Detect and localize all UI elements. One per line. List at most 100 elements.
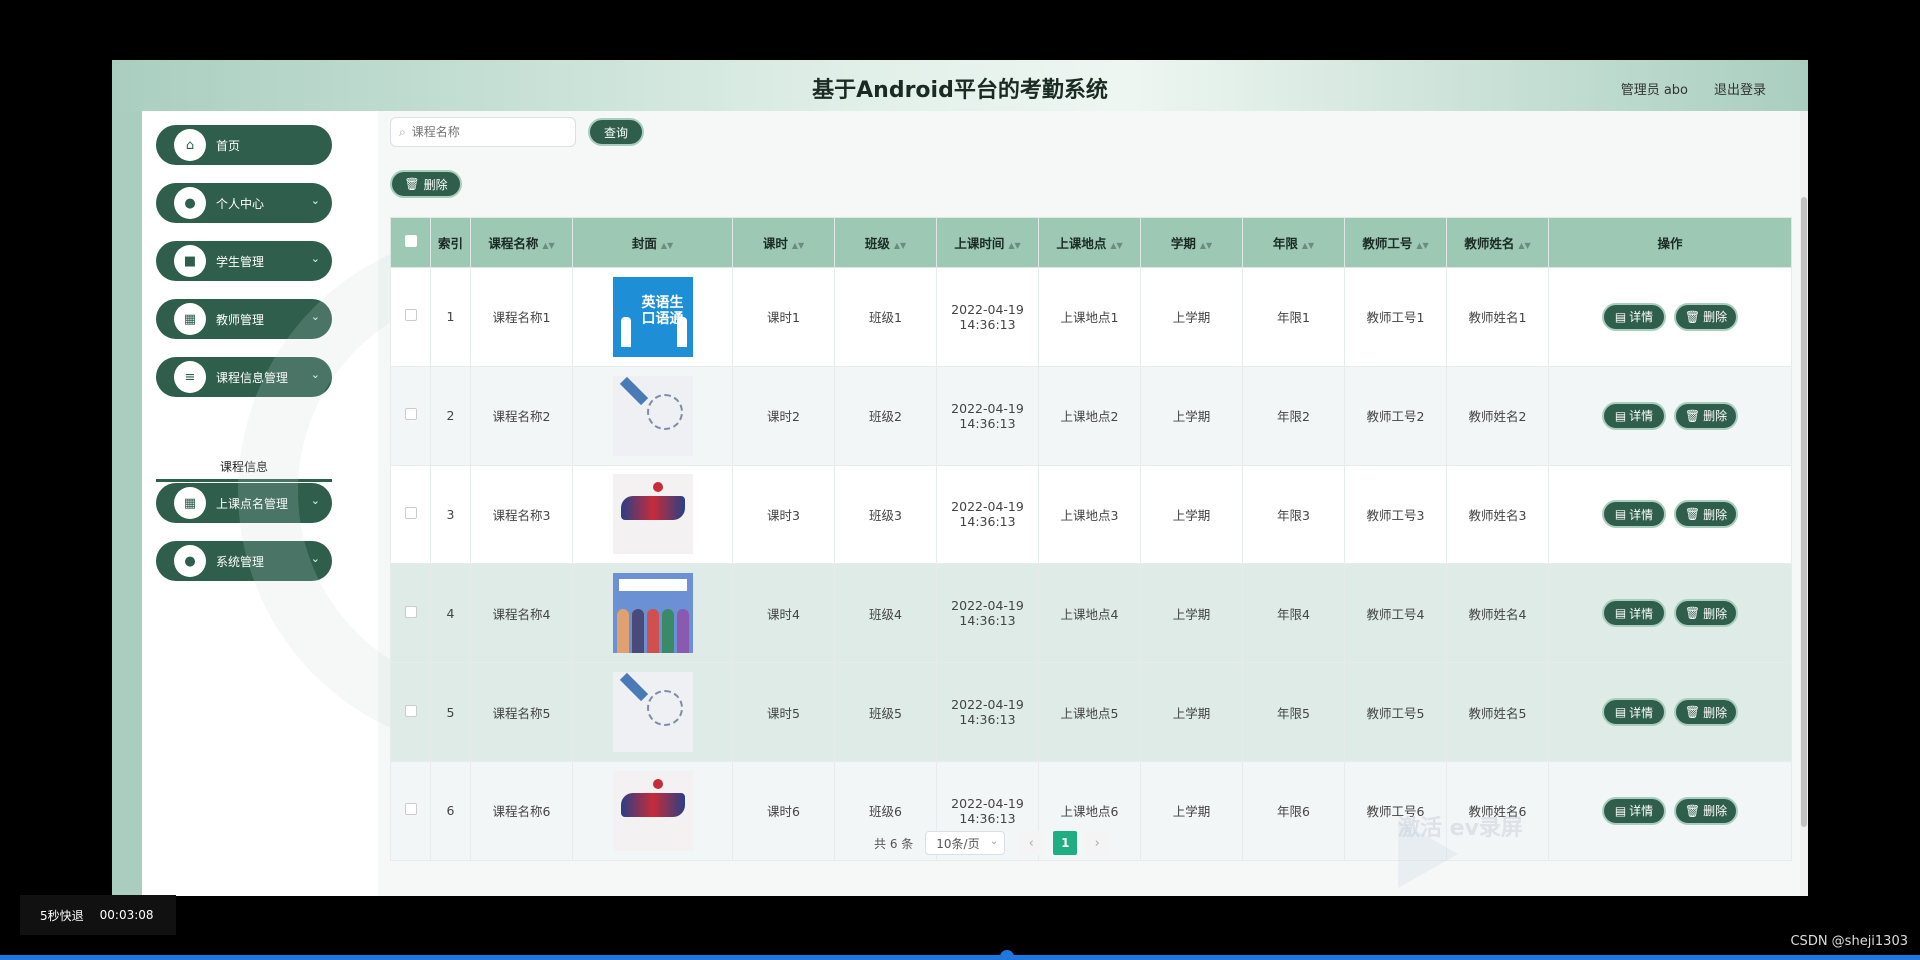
column-header-10[interactable]: 教师姓名 ▲▼ (1446, 217, 1549, 268)
brush-shape (620, 792, 685, 817)
row-checkbox[interactable] (404, 803, 417, 816)
cell-name: 课程名称1 (470, 267, 573, 367)
scrollbar[interactable] (1800, 111, 1808, 896)
detail-button[interactable]: ▤ 详情 (1602, 401, 1666, 430)
select-all-checkbox-cell[interactable] (390, 217, 431, 268)
sidebar-item-1[interactable]: ● 个人中心 ⌄ (156, 183, 332, 223)
table-row[interactable]: 3 课程名称3 课时3 班级3 2022-04-19 14:36:13 上课地点3 上学期年… (390, 464, 1792, 565)
delete-button[interactable]: 🗑 删除 (1674, 796, 1738, 825)
column-header-5[interactable]: 上课时间 ▲▼ (936, 217, 1039, 268)
page-size-select[interactable]: 10条/页 ⌄ (925, 831, 1006, 855)
document-icon: ▤ (1614, 803, 1627, 818)
current-page-button[interactable]: 1 (1053, 831, 1078, 855)
sidebar-item-2[interactable]: ■ 学生管理 ⌄ (156, 241, 332, 281)
cell-years: 年限2 (1242, 365, 1345, 466)
cover-text: 英语生口语通 (641, 294, 684, 327)
user-label: 管理员 abo (1620, 83, 1688, 98)
column-header-9[interactable]: 教师工号 ▲▼ (1344, 217, 1447, 268)
sort-icon[interactable]: ▲▼ (1416, 241, 1428, 250)
briefcase-icon: ■ (174, 245, 206, 277)
cell-teacher_id: 教师工号3 (1344, 464, 1447, 565)
select-all-checkbox[interactable] (404, 235, 417, 247)
query-button-label: 查询 (603, 125, 628, 140)
column-header-label: 上课时间 (954, 236, 1005, 251)
row-checkbox-cell[interactable] (390, 662, 431, 762)
sort-icon[interactable]: ▲▼ (1110, 241, 1122, 250)
cell-place: 上课地点3 (1038, 464, 1141, 565)
column-header-label: 课程名称 (488, 236, 539, 251)
table-row[interactable]: 1 课程名称1 英语生口语通 课时1 班级1 2022-04-19 14:36:13 上课地… (390, 267, 1792, 367)
query-button[interactable]: 查询 (588, 118, 644, 146)
cover-image (612, 474, 693, 555)
detail-button[interactable]: ▤ 详情 (1602, 500, 1666, 529)
cell-teacher_name: 教师姓名1 (1446, 267, 1549, 367)
search-box[interactable]: ⌕ (390, 117, 576, 147)
column-header-3[interactable]: 课时 ▲▼ (732, 217, 835, 268)
sort-icon[interactable]: ▲▼ (894, 241, 906, 250)
delete-button[interactable]: 🗑 删除 (1674, 599, 1738, 628)
trash-icon: 🗑 (404, 177, 420, 191)
batch-delete-button[interactable]: 🗑 删除 (390, 170, 462, 198)
cover-image (612, 770, 693, 851)
sort-icon[interactable]: ▲▼ (1302, 241, 1314, 250)
row-checkbox[interactable] (404, 506, 417, 519)
table-row[interactable]: 2 课程名称2 课时2 班级2 2022-04-19 14:36:13 上课地点2 上学期年… (390, 365, 1792, 466)
sort-icon[interactable]: ▲▼ (1200, 241, 1212, 250)
delete-button[interactable]: 🗑 删除 (1674, 500, 1738, 529)
cover-cell: 英语生口语通 (572, 267, 733, 367)
detail-button[interactable]: ▤ 详情 (1602, 796, 1666, 825)
delete-button[interactable]: 🗑 删除 (1674, 698, 1738, 727)
cover-image (612, 672, 693, 753)
cell-class: 班级4 (834, 563, 937, 664)
column-header-8[interactable]: 年限 ▲▼ (1242, 217, 1345, 268)
sort-icon[interactable]: ▲▼ (1008, 241, 1020, 250)
actions-cell: ▤ 详情 🗑 删除 (1548, 464, 1792, 565)
scrollbar-thumb[interactable] (1801, 197, 1807, 827)
sort-icon[interactable]: ▲▼ (542, 241, 554, 250)
row-checkbox-cell[interactable] (390, 267, 431, 367)
sort-icon[interactable]: ▲▼ (792, 241, 804, 250)
delete-button[interactable]: 🗑 删除 (1674, 401, 1738, 430)
column-header-4[interactable]: 班级 ▲▼ (834, 217, 937, 268)
row-checkbox[interactable] (404, 309, 417, 322)
sort-icon[interactable]: ▲▼ (1518, 241, 1530, 250)
row-checkbox[interactable] (404, 408, 417, 421)
row-checkbox[interactable] (404, 605, 417, 618)
column-header-label: 学期 (1170, 236, 1196, 251)
detail-button[interactable]: ▤ 详情 (1602, 698, 1666, 727)
row-checkbox-cell[interactable] (390, 464, 431, 565)
row-checkbox[interactable] (404, 704, 417, 717)
cell-hours: 课时4 (732, 563, 835, 664)
delete-label: 删除 (1703, 507, 1728, 522)
logout-link[interactable]: 退出登录 (1714, 79, 1766, 98)
sidebar-item-label: 学生管理 (216, 255, 265, 269)
row-checkbox-cell[interactable] (390, 760, 431, 861)
cell-name: 课程名称2 (470, 365, 573, 466)
cell-teacher_name: 教师姓名3 (1446, 464, 1549, 565)
table-row[interactable]: 5 课程名称5 课时5 班级5 2022-04-19 14:36:13 上课地点5 上学期年… (390, 662, 1792, 762)
table-row[interactable]: 4 课程名称4 课时4 班级4 2022-04-19 14:36:13 上课地点4 上学期年… (390, 563, 1792, 664)
column-header-2[interactable]: 封面 ▲▼ (572, 217, 733, 268)
circle-shape (646, 690, 683, 727)
cell-place: 上课地点5 (1038, 662, 1141, 762)
sidebar-item-0[interactable]: ⌂ 首页 (156, 125, 332, 165)
column-header-1[interactable]: 课程名称 ▲▼ (470, 217, 573, 268)
column-header-7[interactable]: 学期 ▲▼ (1140, 217, 1243, 268)
sort-icon[interactable]: ▲▼ (661, 241, 673, 250)
detail-button[interactable]: ▤ 详情 (1602, 302, 1666, 331)
person-shape (676, 609, 689, 654)
video-progress-bar[interactable] (0, 955, 1920, 960)
prev-page-button[interactable]: ‹ (1019, 831, 1044, 855)
row-checkbox-cell[interactable] (390, 365, 431, 466)
batch-delete-label: 删除 (423, 177, 448, 192)
trash-icon: 🗑 (1684, 309, 1701, 324)
cell-teacher_id: 教师工号1 (1344, 267, 1447, 367)
row-checkbox-cell[interactable] (390, 563, 431, 664)
next-page-button[interactable]: › (1085, 831, 1110, 855)
search-input[interactable] (411, 125, 562, 139)
detail-button[interactable]: ▤ 详情 (1602, 599, 1666, 628)
column-header-6[interactable]: 上课地点 ▲▼ (1038, 217, 1141, 268)
rewind-label[interactable]: 5秒快退 (40, 907, 84, 924)
delete-button[interactable]: 🗑 删除 (1674, 302, 1738, 331)
video-progress-knob[interactable] (1000, 950, 1014, 960)
